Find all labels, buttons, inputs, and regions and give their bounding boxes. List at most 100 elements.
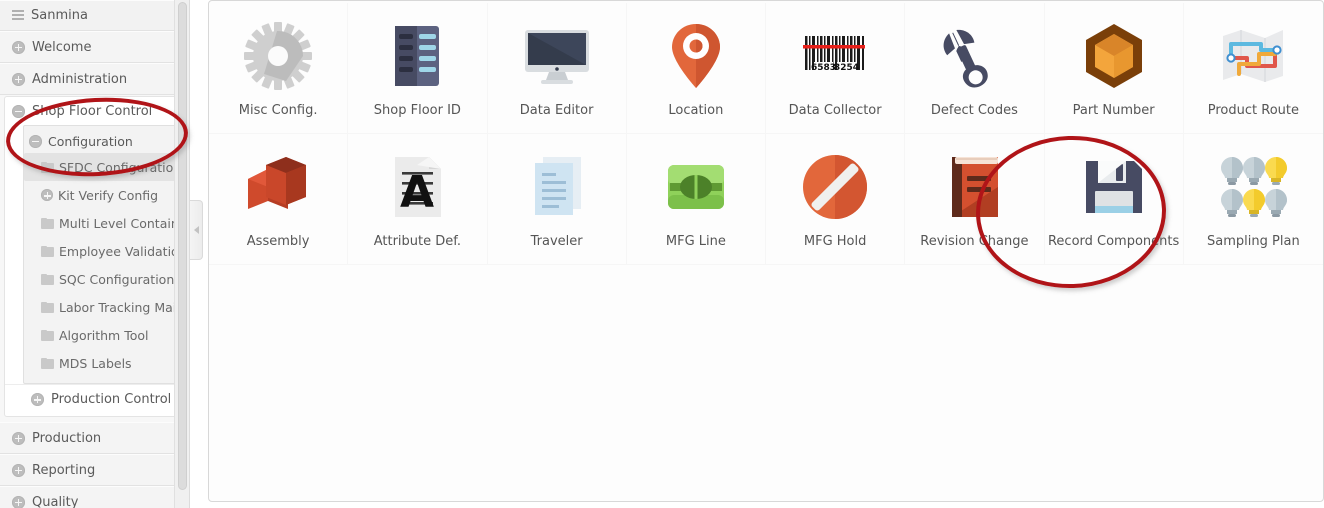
sidebar-subgroup-label: Configuration — [48, 133, 133, 149]
folder-icon — [41, 217, 54, 229]
sidebar-item-production-control[interactable]: Production Control — [5, 384, 184, 414]
tile-label: Sampling Plan — [1207, 234, 1300, 249]
sidebar-item-sfdc-configuration[interactable]: SFDC Configuration — [24, 153, 177, 181]
folder-icon — [41, 273, 54, 285]
sidebar-group-shop-floor-control: Shop Floor Control Configuration SFDC Co… — [4, 96, 185, 417]
sidebar-item-kit-verify-config[interactable]: Kit Verify Config — [24, 181, 181, 209]
sidebar-leaf-label: SFDC Configuration — [59, 159, 177, 175]
sidebar-item-label: Production Control — [51, 392, 172, 407]
sidebar-item-quality[interactable]: Quality — [0, 486, 189, 508]
icon-grid: Misc Config. Shop Floor ID Data Editor L… — [209, 1, 1323, 265]
pipeline-valve-icon — [657, 148, 735, 226]
sidebar-item-sqc-configuration[interactable]: SQC Configuration — [24, 265, 181, 293]
svg-text:A: A — [400, 167, 434, 218]
tile-misc-config[interactable]: Misc Config. — [209, 3, 349, 134]
sidebar-item-welcome[interactable]: Welcome — [0, 31, 189, 63]
sidebar-scrollbar[interactable] — [174, 0, 189, 508]
sidebar-item-algorithm-tool[interactable]: Algorithm Tool — [24, 321, 181, 349]
sidebar-collapse-handle[interactable] — [190, 200, 203, 260]
sidebar-item-configuration[interactable]: Configuration — [24, 129, 181, 153]
sidebar-item-label: Reporting — [32, 462, 96, 478]
tile-label: Data Editor — [519, 103, 594, 118]
book-icon — [935, 148, 1013, 226]
minus-icon[interactable] — [29, 134, 42, 148]
sidebar-item-employee-validation[interactable]: Employee Validation — [24, 237, 181, 265]
folder-icon — [41, 301, 54, 313]
tile-location[interactable]: Location — [626, 3, 766, 134]
sidebar-scrollbar-thumb[interactable] — [178, 2, 187, 490]
navigation-sidebar: Sanmina Welcome Administration Shop Floo… — [0, 0, 190, 508]
sidebar-brand-sanmina[interactable]: Sanmina — [0, 0, 189, 31]
sidebar-item-administration[interactable]: Administration — [0, 63, 189, 95]
tile-label: MFG Line — [665, 234, 726, 249]
sidebar-item-label: Administration — [32, 71, 128, 87]
tile-mfg-hold[interactable]: MFG Hold — [766, 134, 906, 265]
sidebar-leaf-label: SQC Configuration — [59, 271, 175, 287]
lightbulbs-grid-icon — [1214, 148, 1292, 226]
folder-icon — [41, 357, 54, 369]
tile-label: Location — [668, 103, 724, 118]
minus-icon[interactable] — [12, 104, 25, 118]
cube-icon — [1075, 17, 1153, 95]
tile-attribute-def[interactable]: A Attribute Def. — [348, 134, 488, 265]
tile-revision-change[interactable]: Revision Change — [905, 134, 1045, 265]
tile-traveler[interactable]: Traveler — [487, 134, 627, 265]
assembly-blocks-icon — [239, 148, 317, 226]
sidebar-item-reporting[interactable]: Reporting — [0, 454, 189, 486]
floppy-disk-icon — [1075, 148, 1153, 226]
tile-label: Defect Codes — [930, 103, 1018, 118]
barcode-digits-right: 3254 — [834, 63, 859, 73]
monitor-icon — [518, 17, 596, 95]
sidebar-item-label: Welcome — [32, 39, 92, 55]
folder-icon — [41, 329, 54, 341]
sidebar-brand-label: Sanmina — [31, 8, 88, 23]
tile-product-route[interactable]: Product Route — [1183, 3, 1323, 134]
tile-label: Assembly — [246, 234, 310, 249]
tile-data-editor[interactable]: Data Editor — [487, 3, 627, 134]
documents-stack-icon — [518, 148, 596, 226]
main-content-panel: Misc Config. Shop Floor ID Data Editor L… — [208, 0, 1324, 502]
tile-label: Part Number — [1072, 103, 1155, 118]
sidebar-item-multi-level-container[interactable]: Multi Level Container Con — [24, 209, 181, 237]
plus-icon[interactable] — [41, 189, 53, 201]
tile-part-number[interactable]: Part Number — [1044, 3, 1184, 134]
tile-defect-codes[interactable]: Defect Codes — [905, 3, 1045, 134]
plus-icon[interactable] — [12, 40, 25, 54]
tile-record-components[interactable]: Record Components — [1044, 134, 1184, 265]
sidebar-item-label: Production — [32, 430, 102, 446]
sidebar-item-shop-floor-control[interactable]: Shop Floor Control — [5, 97, 184, 125]
plus-icon[interactable] — [31, 393, 44, 406]
barcode-icon: 6583 3254 — [796, 17, 874, 95]
tile-label: Shop Floor ID — [373, 103, 461, 118]
tile-label: Attribute Def. — [373, 234, 462, 249]
tile-label: MFG Hold — [803, 234, 867, 249]
tile-data-collector[interactable]: 6583 3254 Data Collector — [766, 3, 906, 134]
plus-icon[interactable] — [12, 495, 25, 508]
sidebar-leaf-label: Multi Level Container Con — [59, 215, 181, 231]
tile-mfg-line[interactable]: MFG Line — [626, 134, 766, 265]
sidebar-subgroup-configuration: Configuration SFDC Configuration Kit Ver… — [23, 125, 182, 384]
gear-icon — [239, 17, 317, 95]
sidebar-leaf-label: Labor Tracking Maintena — [59, 299, 181, 315]
document-letter-a-icon: A — [378, 148, 456, 226]
route-map-icon — [1214, 17, 1292, 95]
tile-shop-floor-id[interactable]: Shop Floor ID — [348, 3, 488, 134]
sidebar-leaf-label: Employee Validation — [59, 243, 181, 259]
sidebar-item-production[interactable]: Production — [0, 422, 189, 454]
chevron-left-icon — [193, 226, 199, 234]
tile-assembly[interactable]: Assembly — [209, 134, 349, 265]
plus-icon[interactable] — [12, 72, 25, 86]
sidebar-item-labor-tracking-maintenance[interactable]: Labor Tracking Maintena — [24, 293, 181, 321]
plus-icon[interactable] — [12, 463, 25, 477]
tile-label: Product Route — [1207, 103, 1299, 118]
tile-label: Record Components — [1047, 234, 1180, 249]
sidebar-item-mds-labels[interactable]: MDS Labels — [24, 349, 181, 377]
sidebar-group-label: Shop Floor Control — [32, 103, 153, 119]
tile-sampling-plan[interactable]: Sampling Plan — [1183, 134, 1323, 265]
folder-icon — [41, 161, 54, 173]
server-rack-icon — [378, 17, 456, 95]
plus-icon[interactable] — [12, 431, 25, 445]
tile-label: Misc Config. — [238, 103, 318, 118]
application-window: Sanmina Welcome Administration Shop Floo… — [0, 0, 1324, 508]
list-icon — [12, 9, 24, 22]
